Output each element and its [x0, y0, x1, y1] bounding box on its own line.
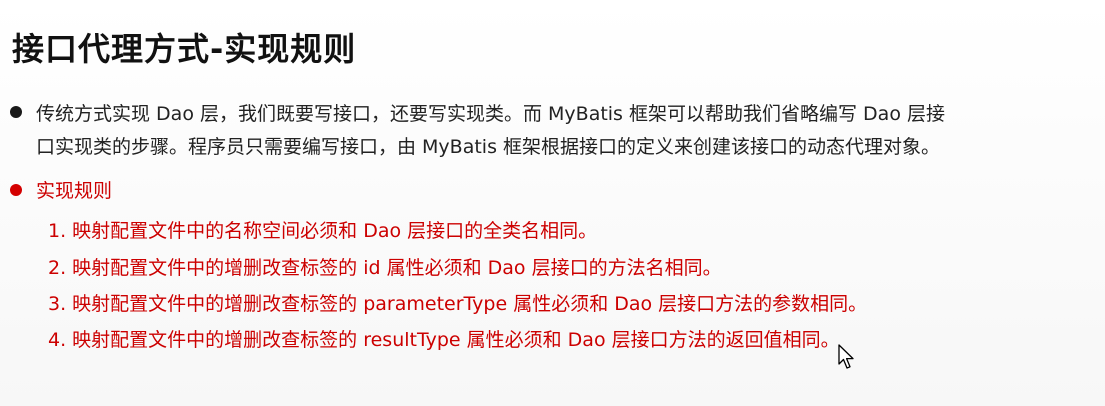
rules-heading: 实现规则	[36, 180, 113, 202]
bullet-dot-icon	[10, 106, 22, 118]
mouse-pointer-icon	[838, 344, 856, 374]
slide: 接口代理方式-实现规则 传统方式实现 Dao 层，我们既要写接口，还要写实现类。…	[0, 0, 1105, 406]
rule-item: 3. 映射配置文件中的增删改查标签的 parameterType 属性必须和 D…	[48, 293, 868, 315]
intro-bullet: 传统方式实现 Dao 层，我们既要写接口，还要写实现类。而 MyBatis 框架…	[10, 98, 1046, 164]
intro-line-2: 口实现类的步骤。程序员只需要编写接口，由 MyBatis 框架根据接口的定义来创…	[36, 136, 941, 158]
rule-item: 4. 映射配置文件中的增删改查标签的 resultType 属性必须和 Dao …	[48, 329, 840, 351]
intro-line-1: 传统方式实现 Dao 层，我们既要写接口，还要写实现类。而 MyBatis 框架…	[36, 103, 945, 125]
bullet-dot-icon	[10, 184, 22, 196]
rule-item: 2. 映射配置文件中的增删改查标签的 id 属性必须和 Dao 层接口的方法名相…	[48, 257, 722, 279]
rule-item: 1. 映射配置文件中的名称空间必须和 Dao 层接口的全类名相同。	[48, 220, 598, 242]
rules-bullet: 实现规则	[10, 177, 112, 205]
intro-paragraph: 传统方式实现 Dao 层，我们既要写接口，还要写实现类。而 MyBatis 框架…	[36, 98, 1046, 164]
slide-title: 接口代理方式-实现规则	[12, 30, 357, 68]
